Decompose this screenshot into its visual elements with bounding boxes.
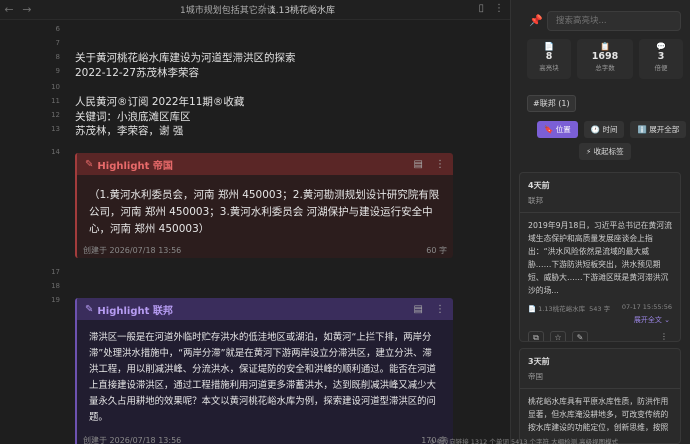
line-number: 6	[55, 25, 60, 33]
highlight-card[interactable]: 3天前 帝国 桃花峪水库具有平原水库性质，防洪作用显著，但水库淹没耕地多，可改变…	[519, 348, 681, 444]
comment-icon: 💬	[656, 42, 666, 51]
sort-buttons-row2: ⚡ 收起标签	[579, 143, 631, 160]
stat-characters: 📋 1698 总字数	[577, 39, 633, 79]
card-chars: 543 字	[589, 305, 611, 313]
stat-label: 高亮块	[539, 64, 559, 72]
sort-position-button[interactable]: 🔖 位置	[537, 121, 578, 138]
char-count: 60 字	[426, 245, 447, 255]
card-tag: 帝国	[528, 372, 543, 381]
stats-row: 📄 8 高亮块 📋 1698 总字数 💬 3 倍便	[527, 39, 683, 79]
back-arrow-icon[interactable]: ←	[0, 3, 18, 16]
sort-time-button[interactable]: 🕐 时间	[583, 121, 625, 138]
stat-value: 3	[657, 51, 665, 62]
expand-full-link[interactable]: 展开全文 ⌄	[520, 313, 680, 325]
stat-label: 总字数	[595, 64, 615, 72]
collapse-tags-button[interactable]: ⚡ 收起标签	[579, 143, 631, 160]
card-excerpt: 2019年9月18日，习近平总书记在黄河流域生态保护和高质量发展座谈会上指出：“…	[528, 221, 672, 295]
more-options-icon[interactable]: ⋮	[435, 159, 445, 170]
card-file[interactable]: 📄 1.13桃花峪水库	[528, 303, 585, 313]
pin-icon[interactable]: 📌	[529, 14, 543, 27]
line-number: 19	[51, 296, 60, 304]
line-number: 11	[51, 97, 60, 105]
highlight-text: 滞洪区一般是在河道外临时贮存洪水的低洼地区或湖泊，如黄河“上拦下排，两岸分滞”处…	[89, 332, 436, 423]
line-number: 9	[55, 67, 60, 75]
highlight-footer: 创建于 2026/07/18 13:56 60 字	[77, 242, 453, 258]
forward-arrow-icon[interactable]: →	[18, 3, 36, 16]
card-time-ago: 3天前	[528, 357, 550, 366]
more-options-icon[interactable]: ⋮	[494, 3, 504, 14]
line-number: 10	[51, 83, 60, 91]
line-number: 12	[51, 111, 60, 119]
copy-icon[interactable]: ⧉	[528, 331, 544, 341]
line-number: 14	[51, 148, 60, 156]
editor-line[interactable]: 关键词：小浪底滩区库区	[75, 109, 191, 124]
more-options-icon[interactable]: ⋮	[435, 304, 445, 315]
editor-line[interactable]: 苏茂林，李荣容，谢 强	[75, 123, 183, 138]
stat-notes: 💬 3 倍便	[639, 39, 683, 79]
document-icon: 📄	[544, 42, 554, 51]
card-meta: 📄 1.13桃花峪水库 543 字 07-17 15:55:56	[520, 297, 680, 313]
reading-view-icon[interactable]: ▯	[478, 3, 484, 14]
highlight-block-purple[interactable]: ✎ Highlight 联邦 ▤ ⋮ 滞洪区一般是在河道外临时贮存洪水的低洼地区…	[75, 298, 453, 444]
stat-highlights: 📄 8 高亮块	[527, 39, 571, 79]
highlight-footer: 创建于 2026/07/18 13:56 170 字	[77, 432, 453, 444]
edit-icon[interactable]: ✎	[572, 331, 588, 341]
expand-all-button[interactable]: ℹ️ 展开全部	[630, 121, 687, 138]
highlight-block-red[interactable]: ✎ Highlight 帝国 ▤ ⋮ （1.黄河水利委员会，河南 郑州 4500…	[75, 153, 453, 258]
pen-icon: ✎	[85, 303, 94, 315]
editor-line[interactable]: 人民黄河®订阅 2022年11期®收藏	[75, 94, 244, 109]
line-number: 17	[51, 268, 60, 276]
editor-line[interactable]: 2022-12-27苏茂林李荣容	[75, 65, 199, 80]
highlight-header: ✎ Highlight 帝国 ▤ ⋮	[77, 153, 453, 175]
stat-value: 1698	[591, 51, 619, 62]
more-options-icon[interactable]: ⋮	[656, 331, 672, 341]
pen-icon: ✎	[85, 158, 94, 170]
star-icon[interactable]: ☆	[550, 331, 566, 341]
highlight-title: Highlight 帝国	[97, 160, 173, 172]
top-toolbar: ▯ ⋮	[478, 3, 504, 14]
card-time-ago: 4天前	[528, 181, 550, 190]
line-number: 18	[51, 282, 60, 290]
note-icon[interactable]: ▤	[414, 159, 423, 170]
highlight-title: Highlight 联邦	[97, 305, 173, 317]
line-number: 7	[55, 39, 60, 47]
line-number: 8	[55, 53, 60, 61]
card-tag: 联邦	[528, 196, 543, 205]
stat-label: 倍便	[654, 64, 668, 72]
highlight-card[interactable]: 4天前 联邦 2019年9月18日，习近平总书记在黄河流域生态保护和高质量发展座…	[519, 172, 681, 342]
highlight-header: ✎ Highlight 联邦 ▤ ⋮	[77, 298, 453, 320]
sort-buttons: 🔖 位置 🕐 时间 ℹ️ 展开全部	[537, 121, 687, 138]
breadcrumb-separator: /	[262, 3, 266, 13]
card-timestamp: 07-17 15:55:56	[621, 303, 672, 311]
status-bar: 0 条反向链接 1312 个单词 5413 个字符 大纲检测 高级视图模式	[430, 438, 619, 444]
editor-line[interactable]: 关于黄河桃花峪水库建设为河道型滞洪区的探索	[75, 50, 296, 65]
card-actions: ⧉ ☆ ✎ ⋮	[520, 325, 680, 341]
created-time: 创建于 2026/07/18 13:56	[83, 435, 182, 444]
clipboard-icon: 📋	[600, 42, 610, 51]
tag-filter-chip[interactable]: #联邦 (1)	[527, 95, 576, 112]
line-number: 13	[51, 125, 60, 133]
tab-bar: ← → 1城市规划包括其它杂谈 / 1.13桃花峪水库 ▯ ⋮	[0, 0, 510, 20]
breadcrumb-file[interactable]: 1.13桃花峪水库	[270, 3, 335, 16]
card-excerpt: 桃花峪水库具有平原水库性质，防洪作用显著，但水库淹没耕地多，可改变传统的按水库建…	[528, 397, 669, 432]
editor-pane[interactable]: 6 7 关于黄河桃花峪水库建设为河道型滞洪区的探索 8 2022-12-27苏茂…	[0, 21, 510, 444]
note-icon[interactable]: ▤	[414, 304, 423, 315]
stat-value: 8	[545, 51, 553, 62]
highlight-text: （1.黄河水利委员会，河南 郑州 450003；2.黄河勘测规划设计研究院有限公…	[89, 189, 440, 235]
created-time: 创建于 2026/07/18 13:56	[83, 245, 182, 255]
search-input[interactable]	[547, 11, 681, 31]
